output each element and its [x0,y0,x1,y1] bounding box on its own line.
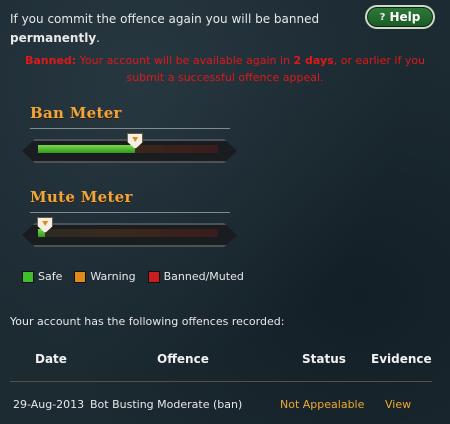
ban-meter-fill [38,145,136,153]
ban-notice-text-before: Your account will be available again in [76,54,294,67]
ban-notice-label: Banned: [24,54,77,67]
warning-period: . [96,31,100,45]
mute-meter-title: Mute Meter [30,188,133,206]
mute-meter-track [38,229,218,237]
offences-intro: Your account has the following offences … [10,315,285,328]
cell-offence: Bot Busting Moderate (ban) [90,398,243,411]
legend-item-banned: Banned/Muted [147,270,244,283]
table-row: 29-Aug-2013 Bot Busting Moderate (ban) N… [10,398,432,414]
offence-warning: If you commit the offence again you will… [10,10,350,48]
offences-table-header: Date Offence Status Evidence [10,352,432,368]
legend-swatch-banned [147,270,160,283]
legend-label-warning: Warning [90,270,136,283]
ban-meter-rule [30,128,230,129]
column-header-evidence: Evidence [371,352,432,366]
ban-meter-title: Ban Meter [30,104,122,122]
table-divider [10,381,432,382]
view-evidence-link[interactable]: View [385,398,411,411]
warning-permanent: permanently [10,31,97,45]
ban-duration: 2 days [293,54,334,67]
legend-swatch-safe [22,270,34,283]
column-header-offence: Offence [157,352,209,366]
legend-label-safe: Safe [38,270,63,283]
legend-label-banned: Banned/Muted [163,270,244,283]
ban-notice: Banned: Your account will be available a… [18,52,432,86]
column-header-status: Status [302,352,346,366]
legend-swatch-warning [74,270,87,283]
warning-line: If you commit the offence again you will… [10,12,320,26]
help-button-label: Help [389,10,421,24]
ban-meter-track [38,145,218,153]
legend-item-warning: Warning [74,270,136,283]
help-button[interactable]: ? Help [365,5,435,29]
cell-date: 29-Aug-2013 [13,398,85,411]
mute-meter-rule [30,212,230,213]
cell-status: Not Appealable [280,398,365,411]
question-icon: ? [379,11,386,23]
column-header-date: Date [35,352,67,366]
legend-item-safe: Safe [22,270,62,283]
meter-legend: Safe Warning Banned/Muted [22,270,256,283]
